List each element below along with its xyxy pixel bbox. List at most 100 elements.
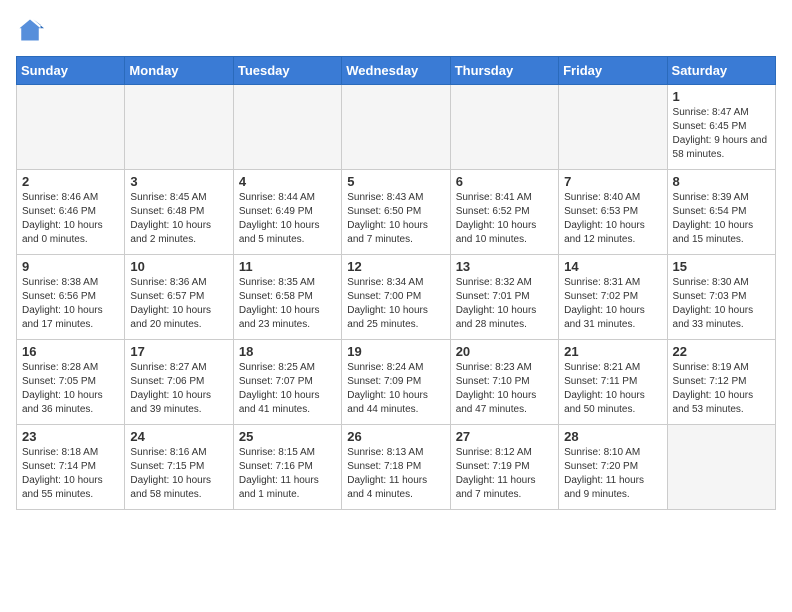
day-info: Sunrise: 8:34 AMSunset: 7:00 PMDaylight:… [347, 276, 444, 332]
calendar-cell [450, 85, 558, 170]
day-info: Sunrise: 8:44 AMSunset: 6:49 PMDaylight:… [239, 191, 336, 247]
day-number: 17 [130, 344, 227, 359]
day-info: Sunrise: 8:39 AMSunset: 6:54 PMDaylight:… [673, 191, 770, 247]
calendar-cell [17, 85, 125, 170]
calendar-cell: 9 Sunrise: 8:38 AMSunset: 6:56 PMDaylight… [17, 255, 125, 340]
calendar-table: SundayMondayTuesdayWednesdayThursdayFrid… [16, 56, 776, 510]
calendar-week-row: 16 Sunrise: 8:28 AMSunset: 7:05 PMDayligh… [17, 340, 776, 425]
day-number: 23 [22, 429, 119, 444]
calendar-cell: 8Sunrise: 8:39 AMSunset: 6:54 PMDaylight… [667, 170, 775, 255]
day-number: 9 [22, 259, 119, 274]
day-info: Sunrise: 8:27 AMSunset: 7:06 PMDaylight:… [130, 361, 227, 417]
day-number: 25 [239, 429, 336, 444]
day-info: Sunrise: 8:43 AMSunset: 6:50 PMDaylight:… [347, 191, 444, 247]
calendar-cell: 3 Sunrise: 8:45 AMSunset: 6:48 PMDaylight… [125, 170, 233, 255]
calendar-cell: 23 Sunrise: 8:18 AMSunset: 7:14 PMDayligh… [17, 425, 125, 510]
weekday-header: Monday [125, 57, 233, 85]
day-number: 21 [564, 344, 661, 359]
calendar-cell: 1 Sunrise: 8:47 AMSunset: 6:45 PMDaylight… [667, 85, 775, 170]
calendar-cell [559, 85, 667, 170]
day-info: Sunrise: 8:36 AMSunset: 6:57 PMDaylight:… [130, 276, 227, 332]
day-number: 1 [673, 89, 770, 104]
page-header [16, 16, 776, 44]
day-number: 27 [456, 429, 553, 444]
day-number: 6 [456, 174, 553, 189]
calendar-body: 1 Sunrise: 8:47 AMSunset: 6:45 PMDaylight… [17, 85, 776, 510]
calendar-cell: 28 Sunrise: 8:10 AMSunset: 7:20 PMDayligh… [559, 425, 667, 510]
day-info: Sunrise: 8:15 AMSunset: 7:16 PMDaylight:… [239, 446, 336, 502]
day-info: Sunrise: 8:13 AMSunset: 7:18 PMDaylight:… [347, 446, 444, 502]
day-info: Sunrise: 8:46 AMSunset: 6:46 PMDaylight:… [22, 191, 119, 247]
calendar-cell: 6 Sunrise: 8:41 AMSunset: 6:52 PMDaylight… [450, 170, 558, 255]
calendar-cell: 7 Sunrise: 8:40 AMSunset: 6:53 PMDaylight… [559, 170, 667, 255]
calendar-cell: 24 Sunrise: 8:16 AMSunset: 7:15 PMDayligh… [125, 425, 233, 510]
day-number: 4 [239, 174, 336, 189]
day-info: Sunrise: 8:21 AMSunset: 7:11 PMDaylight:… [564, 361, 661, 417]
day-number: 19 [347, 344, 444, 359]
day-info: Sunrise: 8:45 AMSunset: 6:48 PMDaylight:… [130, 191, 227, 247]
day-info: Sunrise: 8:24 AMSunset: 7:09 PMDaylight:… [347, 361, 444, 417]
calendar-cell: 26 Sunrise: 8:13 AMSunset: 7:18 PMDayligh… [342, 425, 450, 510]
logo-icon [16, 16, 44, 44]
day-number: 26 [347, 429, 444, 444]
day-info: Sunrise: 8:28 AMSunset: 7:05 PMDaylight:… [22, 361, 119, 417]
calendar-header: SundayMondayTuesdayWednesdayThursdayFrid… [17, 57, 776, 85]
day-info: Sunrise: 8:16 AMSunset: 7:15 PMDaylight:… [130, 446, 227, 502]
day-info: Sunrise: 8:31 AMSunset: 7:02 PMDaylight:… [564, 276, 661, 332]
day-info: Sunrise: 8:35 AMSunset: 6:58 PMDaylight:… [239, 276, 336, 332]
day-info: Sunrise: 8:19 AMSunset: 7:12 PMDaylight:… [673, 361, 770, 417]
day-number: 28 [564, 429, 661, 444]
calendar-cell: 20 Sunrise: 8:23 AMSunset: 7:10 PMDayligh… [450, 340, 558, 425]
weekday-header: Thursday [450, 57, 558, 85]
calendar-cell: 12 Sunrise: 8:34 AMSunset: 7:00 PMDayligh… [342, 255, 450, 340]
weekday-header: Saturday [667, 57, 775, 85]
day-number: 13 [456, 259, 553, 274]
day-number: 24 [130, 429, 227, 444]
day-number: 12 [347, 259, 444, 274]
calendar-cell: 11 Sunrise: 8:35 AMSunset: 6:58 PMDayligh… [233, 255, 341, 340]
weekday-header-row: SundayMondayTuesdayWednesdayThursdayFrid… [17, 57, 776, 85]
calendar-cell: 14Sunrise: 8:31 AMSunset: 7:02 PMDayligh… [559, 255, 667, 340]
calendar-week-row: 9 Sunrise: 8:38 AMSunset: 6:56 PMDaylight… [17, 255, 776, 340]
calendar-cell: 22 Sunrise: 8:19 AMSunset: 7:12 PMDayligh… [667, 340, 775, 425]
day-info: Sunrise: 8:47 AMSunset: 6:45 PMDaylight:… [673, 106, 770, 162]
day-number: 20 [456, 344, 553, 359]
day-number: 5 [347, 174, 444, 189]
day-info: Sunrise: 8:25 AMSunset: 7:07 PMDaylight:… [239, 361, 336, 417]
calendar-cell: 27 Sunrise: 8:12 AMSunset: 7:19 PMDayligh… [450, 425, 558, 510]
weekday-header: Friday [559, 57, 667, 85]
day-info: Sunrise: 8:41 AMSunset: 6:52 PMDaylight:… [456, 191, 553, 247]
weekday-header: Tuesday [233, 57, 341, 85]
day-info: Sunrise: 8:40 AMSunset: 6:53 PMDaylight:… [564, 191, 661, 247]
calendar-cell: 2Sunrise: 8:46 AMSunset: 6:46 PMDaylight… [17, 170, 125, 255]
day-number: 16 [22, 344, 119, 359]
calendar-cell [342, 85, 450, 170]
calendar-cell: 17 Sunrise: 8:27 AMSunset: 7:06 PMDayligh… [125, 340, 233, 425]
day-info: Sunrise: 8:10 AMSunset: 7:20 PMDaylight:… [564, 446, 661, 502]
calendar-cell: 16 Sunrise: 8:28 AMSunset: 7:05 PMDayligh… [17, 340, 125, 425]
day-info: Sunrise: 8:38 AMSunset: 6:56 PMDaylight:… [22, 276, 119, 332]
calendar-cell [125, 85, 233, 170]
day-number: 10 [130, 259, 227, 274]
calendar-cell: 21 Sunrise: 8:21 AMSunset: 7:11 PMDayligh… [559, 340, 667, 425]
day-number: 15 [673, 259, 770, 274]
day-info: Sunrise: 8:12 AMSunset: 7:19 PMDaylight:… [456, 446, 553, 502]
calendar-week-row: 23 Sunrise: 8:18 AMSunset: 7:14 PMDayligh… [17, 425, 776, 510]
calendar-cell: 4 Sunrise: 8:44 AMSunset: 6:49 PMDaylight… [233, 170, 341, 255]
day-info: Sunrise: 8:18 AMSunset: 7:14 PMDaylight:… [22, 446, 119, 502]
day-number: 7 [564, 174, 661, 189]
calendar-cell: 10 Sunrise: 8:36 AMSunset: 6:57 PMDayligh… [125, 255, 233, 340]
day-number: 11 [239, 259, 336, 274]
day-number: 22 [673, 344, 770, 359]
day-number: 3 [130, 174, 227, 189]
weekday-header: Sunday [17, 57, 125, 85]
calendar-cell [667, 425, 775, 510]
calendar-cell: 13 Sunrise: 8:32 AMSunset: 7:01 PMDayligh… [450, 255, 558, 340]
calendar-cell: 15Sunrise: 8:30 AMSunset: 7:03 PMDayligh… [667, 255, 775, 340]
logo [16, 16, 48, 44]
calendar-cell: 25 Sunrise: 8:15 AMSunset: 7:16 PMDayligh… [233, 425, 341, 510]
day-number: 18 [239, 344, 336, 359]
day-info: Sunrise: 8:32 AMSunset: 7:01 PMDaylight:… [456, 276, 553, 332]
calendar-cell: 19 Sunrise: 8:24 AMSunset: 7:09 PMDayligh… [342, 340, 450, 425]
day-info: Sunrise: 8:23 AMSunset: 7:10 PMDaylight:… [456, 361, 553, 417]
